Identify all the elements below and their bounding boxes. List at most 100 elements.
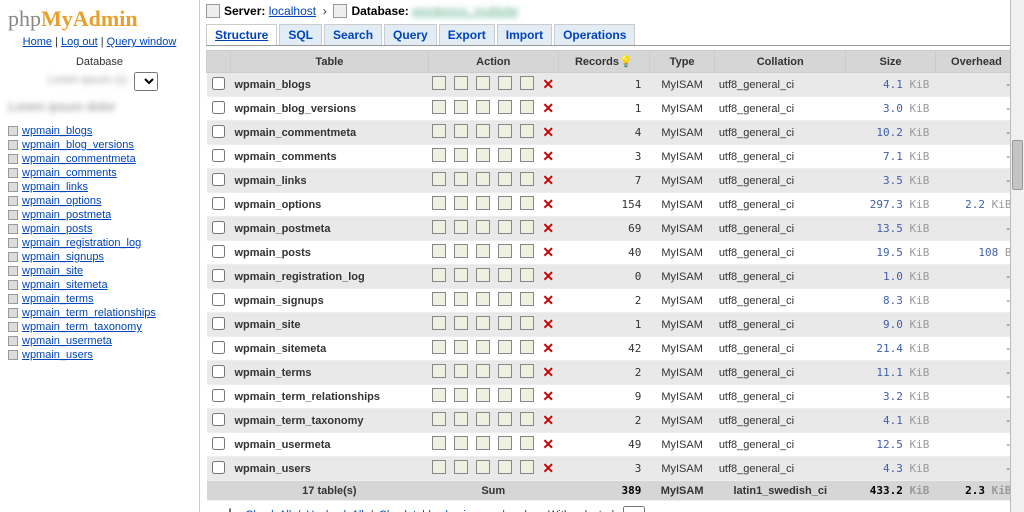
tab-search[interactable]: Search [324, 24, 382, 45]
server-link[interactable]: localhost [269, 4, 316, 18]
table-name[interactable]: wpmain_site [231, 313, 429, 337]
table-name[interactable]: wpmain_users [231, 457, 429, 481]
structure-icon[interactable] [454, 412, 468, 426]
database-link[interactable]: wordpress_multisite [412, 4, 518, 18]
empty-icon[interactable] [520, 388, 534, 402]
sidebar-table-link[interactable]: wpmain_links [22, 181, 88, 193]
drop-icon[interactable]: ✕ [542, 412, 554, 428]
browse-icon[interactable] [432, 220, 446, 234]
row-checkbox[interactable] [212, 461, 225, 474]
insert-icon[interactable] [498, 172, 512, 186]
search-icon[interactable] [476, 340, 490, 354]
drop-icon[interactable]: ✕ [542, 340, 554, 356]
search-icon[interactable] [476, 388, 490, 402]
browse-icon[interactable] [432, 244, 446, 258]
drop-icon[interactable]: ✕ [542, 388, 554, 404]
sidebar-table-link[interactable]: wpmain_blog_versions [22, 139, 134, 151]
empty-icon[interactable] [520, 364, 534, 378]
col-collation[interactable]: Collation [715, 51, 846, 73]
insert-icon[interactable] [498, 124, 512, 138]
empty-icon[interactable] [520, 76, 534, 90]
row-checkbox[interactable] [212, 437, 225, 450]
search-icon[interactable] [476, 148, 490, 162]
browse-icon[interactable] [432, 196, 446, 210]
row-checkbox[interactable] [212, 341, 225, 354]
browse-icon[interactable] [432, 172, 446, 186]
empty-icon[interactable] [520, 148, 534, 162]
structure-icon[interactable] [454, 364, 468, 378]
row-checkbox[interactable] [212, 149, 225, 162]
insert-icon[interactable] [498, 244, 512, 258]
logout-link[interactable]: Log out [61, 36, 98, 48]
drop-icon[interactable]: ✕ [542, 148, 554, 164]
table-name[interactable]: wpmain_commentmeta [231, 121, 429, 145]
browse-icon[interactable] [432, 292, 446, 306]
structure-icon[interactable] [454, 460, 468, 474]
search-icon[interactable] [476, 196, 490, 210]
table-name[interactable]: wpmain_blog_versions [231, 97, 429, 121]
sidebar-table-link[interactable]: wpmain_posts [22, 223, 92, 235]
row-checkbox[interactable] [212, 365, 225, 378]
empty-icon[interactable] [520, 196, 534, 210]
empty-icon[interactable] [520, 124, 534, 138]
table-name[interactable]: wpmain_signups [231, 289, 429, 313]
structure-icon[interactable] [454, 244, 468, 258]
browse-icon[interactable] [432, 124, 446, 138]
insert-icon[interactable] [498, 76, 512, 90]
structure-icon[interactable] [454, 100, 468, 114]
drop-icon[interactable]: ✕ [542, 196, 554, 212]
row-checkbox[interactable] [212, 77, 225, 90]
browse-icon[interactable] [432, 412, 446, 426]
empty-icon[interactable] [520, 244, 534, 258]
search-icon[interactable] [476, 436, 490, 450]
home-link[interactable]: Home [23, 36, 52, 48]
structure-icon[interactable] [454, 220, 468, 234]
structure-icon[interactable] [454, 268, 468, 282]
drop-icon[interactable]: ✕ [542, 292, 554, 308]
query-window-link[interactable]: Query window [107, 36, 177, 48]
table-name[interactable]: wpmain_terms [231, 361, 429, 385]
col-table[interactable]: Table [231, 51, 429, 73]
row-checkbox[interactable] [212, 317, 225, 330]
with-selected-dropdown[interactable] [623, 506, 645, 512]
table-name[interactable]: wpmain_comments [231, 145, 429, 169]
sidebar-table-link[interactable]: wpmain_commentmeta [22, 153, 136, 165]
insert-icon[interactable] [498, 292, 512, 306]
search-icon[interactable] [476, 292, 490, 306]
row-checkbox[interactable] [212, 197, 225, 210]
drop-icon[interactable]: ✕ [542, 436, 554, 452]
sidebar-table-link[interactable]: wpmain_usermeta [22, 335, 112, 347]
structure-icon[interactable] [454, 148, 468, 162]
structure-icon[interactable] [454, 196, 468, 210]
insert-icon[interactable] [498, 316, 512, 330]
sidebar-table-link[interactable]: wpmain_users [22, 349, 93, 361]
empty-icon[interactable] [520, 100, 534, 114]
row-checkbox[interactable] [212, 269, 225, 282]
row-checkbox[interactable] [212, 101, 225, 114]
browse-icon[interactable] [432, 316, 446, 330]
browse-icon[interactable] [432, 76, 446, 90]
insert-icon[interactable] [498, 388, 512, 402]
sidebar-table-link[interactable]: wpmain_site [22, 265, 83, 277]
browse-icon[interactable] [432, 460, 446, 474]
browse-icon[interactable] [432, 436, 446, 450]
table-name[interactable]: wpmain_registration_log [231, 265, 429, 289]
table-name[interactable]: wpmain_sitemeta [231, 337, 429, 361]
structure-icon[interactable] [454, 436, 468, 450]
search-icon[interactable] [476, 172, 490, 186]
drop-icon[interactable]: ✕ [542, 76, 554, 92]
sidebar-table-link[interactable]: wpmain_comments [22, 167, 117, 179]
sidebar-table-link[interactable]: wpmain_term_taxonomy [22, 321, 142, 333]
drop-icon[interactable]: ✕ [542, 172, 554, 188]
row-checkbox[interactable] [212, 125, 225, 138]
structure-icon[interactable] [454, 76, 468, 90]
empty-icon[interactable] [520, 268, 534, 282]
empty-icon[interactable] [520, 220, 534, 234]
insert-icon[interactable] [498, 196, 512, 210]
insert-icon[interactable] [498, 268, 512, 282]
insert-icon[interactable] [498, 364, 512, 378]
sidebar-table-link[interactable]: wpmain_postmeta [22, 209, 111, 221]
sidebar-table-link[interactable]: wpmain_signups [22, 251, 104, 263]
browse-icon[interactable] [432, 148, 446, 162]
empty-icon[interactable] [520, 340, 534, 354]
